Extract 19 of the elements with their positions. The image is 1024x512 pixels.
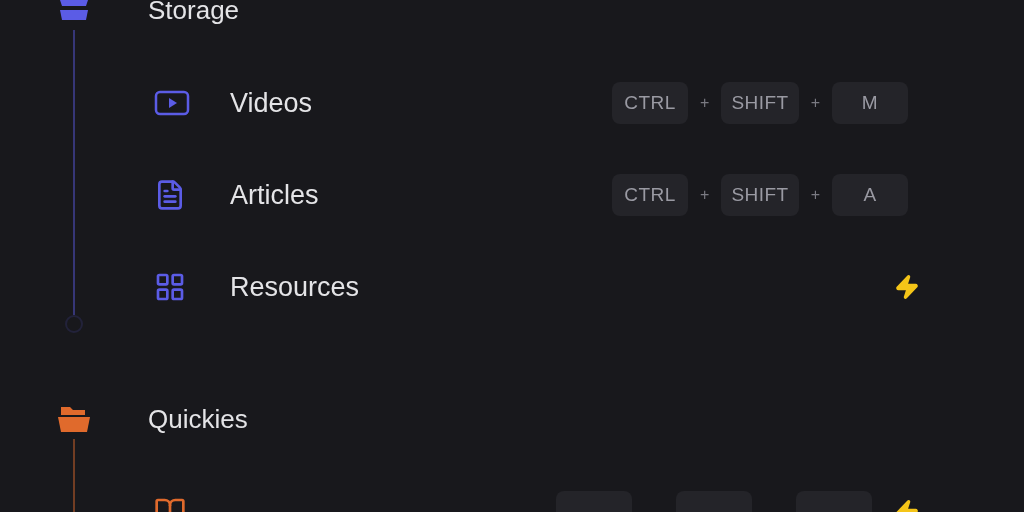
key-cap: M — [832, 82, 908, 124]
item-label[interactable]: Resources — [230, 266, 360, 308]
key-cap: SHIFT — [721, 82, 799, 124]
plus-sign: + — [700, 185, 710, 205]
folder-icon — [56, 404, 92, 434]
key-cap: SHIFT — [721, 174, 799, 216]
plus-sign: + — [700, 93, 710, 113]
plus-sign: + — [810, 185, 820, 205]
item-label[interactable]: Articles — [230, 174, 319, 216]
group-title[interactable]: Quickies — [148, 399, 248, 439]
grid-icon — [154, 271, 186, 303]
key-cap: A — [832, 174, 908, 216]
key-cap: CTRL — [612, 174, 689, 216]
group-title[interactable]: Storage — [148, 0, 240, 30]
stack-icon — [60, 0, 88, 20]
plus-sign: + — [810, 93, 820, 113]
video-icon — [154, 89, 190, 117]
key-cap: CTRL — [612, 82, 689, 124]
item-label[interactable]: Videos — [230, 82, 313, 124]
